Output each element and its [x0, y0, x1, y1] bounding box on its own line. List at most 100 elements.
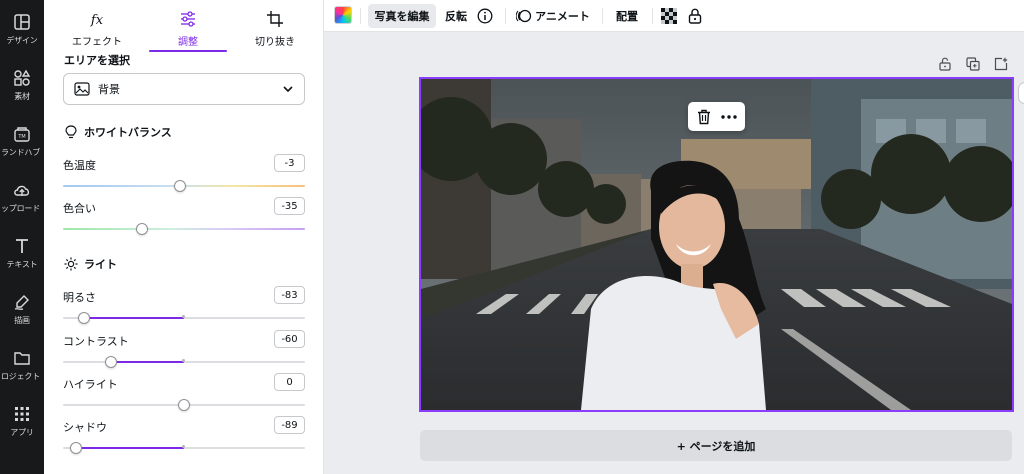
toolbar-divider	[652, 8, 653, 24]
animate-icon	[516, 8, 532, 24]
bulb-icon	[64, 125, 78, 139]
rail-item-text[interactable]: テキスト	[0, 232, 44, 282]
slider-center-mark	[182, 315, 185, 318]
rail-item-apps[interactable]: アプリ	[0, 400, 44, 450]
duplicate-page-button[interactable]	[964, 56, 982, 72]
position-button[interactable]: 配置	[610, 4, 644, 28]
sun-icon	[64, 257, 78, 271]
light-title: ライト	[64, 256, 117, 272]
toolbar-divider	[360, 8, 361, 24]
floating-context-menu	[688, 102, 745, 131]
slider-shadows: シャドウ -89	[63, 416, 305, 455]
delete-button[interactable]	[693, 106, 715, 128]
chevron-down-icon	[282, 85, 294, 93]
animate-button[interactable]: アニメート	[514, 4, 592, 28]
add-page-button[interactable]: + ページを追加	[420, 430, 1012, 461]
info-button[interactable]	[474, 4, 496, 28]
folder-icon	[12, 348, 32, 368]
rail-item-projects[interactable]: ロジェクト	[0, 344, 44, 394]
page-lock-button[interactable]	[936, 56, 954, 72]
edit-photo-panel: fx エフェクト 調整 切り抜き エリアを選択 背景 ホワイトバランス 色温度 …	[44, 0, 324, 474]
rail-label: アプリ	[10, 428, 34, 437]
flip-button[interactable]: 反転	[440, 4, 472, 28]
transparency-checker-icon	[661, 8, 677, 24]
slider-track[interactable]	[63, 228, 305, 230]
slider-fill	[83, 317, 184, 319]
slider-tint: 色合い -35	[63, 197, 305, 236]
rail-label: ップロード	[1, 204, 40, 213]
rail-item-draw[interactable]: 描画	[0, 288, 44, 338]
left-rail: デザイン 素材 TM ランドハブ ップロード テキスト 描画 ロジェクト アプリ	[0, 0, 44, 474]
side-resize-handle[interactable]	[1018, 82, 1024, 104]
tab-adjust[interactable]: 調整	[144, 0, 232, 52]
image-icon	[74, 82, 90, 96]
area-select-dropdown[interactable]: 背景	[63, 73, 305, 105]
slider-value-input[interactable]: -3	[274, 154, 305, 172]
lock-icon	[688, 8, 702, 24]
tab-effects[interactable]: fx エフェクト	[53, 0, 141, 52]
fx-icon: fx	[88, 8, 106, 30]
rail-item-elements[interactable]: 素材	[0, 64, 44, 114]
slider-value-input[interactable]: 0	[274, 373, 305, 391]
transparency-button[interactable]	[658, 4, 680, 28]
slider-color-temperature: 色温度 -3	[63, 154, 305, 193]
slider-label: 色温度	[63, 159, 96, 172]
slider-thumb[interactable]	[174, 180, 187, 192]
rail-label: ロジェクト	[1, 372, 40, 381]
rail-item-brand-hub[interactable]: TM ランドハブ	[0, 120, 44, 170]
area-section-title: エリアを選択	[64, 54, 130, 67]
animate-label: アニメート	[535, 10, 590, 23]
slider-value-input[interactable]: -60	[274, 330, 305, 348]
color-picker-swatch[interactable]	[334, 6, 352, 24]
slider-thumb[interactable]	[178, 399, 190, 411]
slider-thumb[interactable]	[105, 356, 118, 368]
tab-crop[interactable]: 切り抜き	[231, 0, 319, 52]
slider-value-input[interactable]: -35	[274, 197, 305, 215]
rail-item-upload[interactable]: ップロード	[0, 176, 44, 226]
elements-icon	[12, 68, 32, 88]
tab-label: エフェクト	[72, 37, 122, 48]
svg-text:TM: TM	[17, 134, 25, 140]
info-icon	[477, 8, 493, 24]
tab-label: 調整	[178, 37, 198, 48]
slider-highlights: ハイライト 0	[63, 373, 305, 412]
sliders-icon	[179, 8, 197, 30]
text-icon	[12, 236, 32, 256]
slider-label: コントラスト	[63, 335, 129, 348]
apps-icon	[12, 404, 32, 424]
slider-fill	[76, 447, 184, 449]
slider-label: ハイライト	[63, 378, 118, 391]
draw-icon	[12, 292, 32, 312]
brand-hub-icon: TM	[12, 124, 32, 144]
context-toolbar: 写真を編集 反転 アニメート 配置	[324, 0, 1024, 32]
rail-item-design[interactable]: デザイン	[0, 8, 44, 58]
slider-thumb[interactable]	[77, 312, 90, 324]
white-balance-title: ホワイトバランス	[64, 124, 172, 140]
rail-label: ランドハブ	[1, 148, 40, 157]
lock-button[interactable]	[684, 4, 706, 28]
rail-label: 素材	[14, 92, 30, 101]
slider-value-input[interactable]: -83	[274, 286, 305, 304]
toolbar-divider	[602, 8, 603, 24]
svg-text:fx: fx	[90, 13, 104, 27]
trash-icon	[697, 109, 711, 125]
unlock-icon	[939, 57, 951, 71]
white-balance-label: ホワイトバランス	[84, 126, 172, 139]
panel-tabs: fx エフェクト 調整 切り抜き	[44, 0, 323, 52]
add-page-icon	[994, 57, 1008, 71]
upload-icon	[12, 180, 32, 200]
slider-center-mark	[182, 445, 185, 448]
slider-thumb[interactable]	[70, 442, 83, 454]
rail-label: テキスト	[6, 260, 38, 269]
layout-icon	[12, 12, 32, 32]
more-options-button[interactable]	[718, 106, 740, 128]
slider-label: シャドウ	[63, 421, 107, 434]
slider-value-input[interactable]: -89	[274, 416, 305, 434]
edit-photo-button[interactable]: 写真を編集	[368, 4, 436, 28]
slider-thumb[interactable]	[135, 223, 148, 235]
add-page-mini-button[interactable]	[992, 56, 1010, 72]
slider-label: 明るさ	[63, 291, 96, 304]
more-horizontal-icon	[721, 114, 737, 119]
active-tab-indicator	[149, 50, 227, 52]
duplicate-icon	[966, 57, 980, 71]
